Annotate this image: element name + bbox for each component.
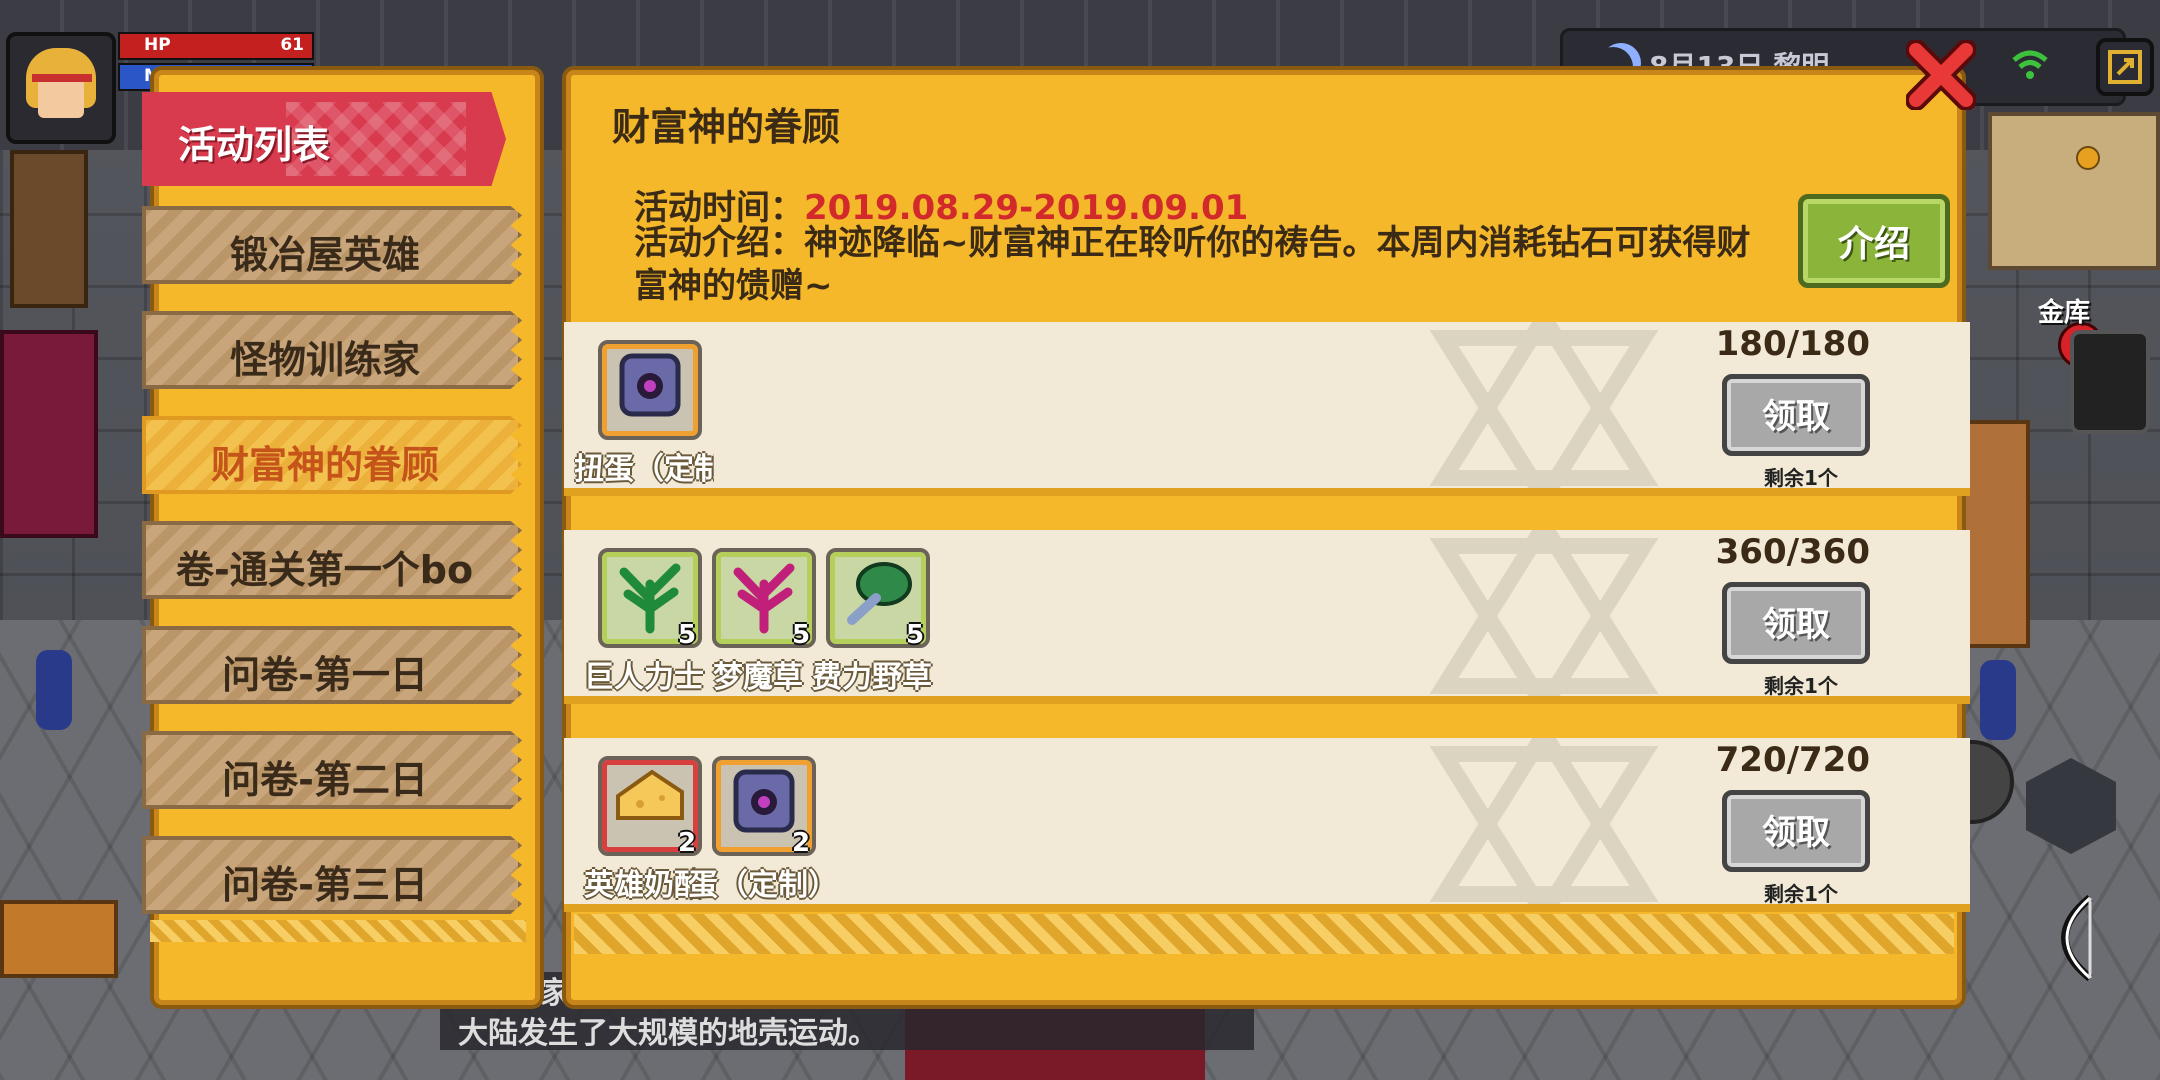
event-desc-label: 活动介绍： <box>634 223 804 263</box>
panel-bottom-trim <box>574 914 1954 954</box>
remaining-count: 剩余1个 <box>1764 466 1838 490</box>
reward-item[interactable]: 2 蛋（定制） <box>688 748 828 903</box>
intro-button-label: 介绍 <box>1837 224 1910 265</box>
hp-bar: HP 61 <box>118 32 314 60</box>
leafy-weed-icon <box>847 562 912 625</box>
reward-list: 扭蛋（定制 180/180 领取 剩余1个 5 巨人力士 5 梦魔草 5 费力野… <box>564 322 1970 946</box>
star-watermark-icon <box>1429 530 1659 696</box>
list-scroll-edge <box>150 920 526 942</box>
custom-egg-icon <box>619 353 681 417</box>
avatar-face <box>38 78 84 118</box>
event-description: 活动介绍：神迹降临~财富神正在聆听你的祷告。本周内消耗钻石可获得财富神的馈赠~ <box>634 222 1764 308</box>
expand-icon <box>2108 50 2142 84</box>
tab-label: 怪物训练家 <box>229 338 420 382</box>
grandfather-clock <box>10 150 88 308</box>
reward-row: 2 英雄奶酪 2 蛋（定制） 720/720 领取 剩余1个 <box>564 738 1970 912</box>
event-title: 财富神的眷顾 <box>612 105 841 149</box>
bed-right <box>1962 420 2030 648</box>
reward-progress: 720/720 <box>1715 740 1870 780</box>
activity-list-header: 活动列表 <box>142 92 506 186</box>
reward-item[interactable]: 5 梦魔草 <box>700 540 820 695</box>
tab-forge-hero[interactable]: 锻冶屋英雄 <box>142 206 522 284</box>
star-watermark-icon <box>1429 322 1659 488</box>
tab-survey-day3[interactable]: 问卷-第三日 <box>142 836 522 914</box>
flower-vase-left <box>36 650 72 730</box>
remaining-count: 剩余1个 <box>1764 674 1838 698</box>
tab-label: 财富神的眷顾 <box>210 443 439 487</box>
claim-button[interactable]: 领取 <box>1722 374 1870 456</box>
reward-item[interactable]: 5 巨人力士 <box>584 540 706 695</box>
remaining-count: 剩余1个 <box>1764 882 1838 906</box>
reward-row: 5 巨人力士 5 梦魔草 5 费力野草 360/360 领取 剩余1个 <box>564 530 1970 704</box>
item-quantity: 5 <box>792 620 811 650</box>
item-name: 扭蛋（定制 <box>574 452 714 487</box>
item-quantity: 5 <box>906 620 925 650</box>
cheese-icon <box>616 769 684 820</box>
tab-label: 卷-通关第一个bo <box>176 548 474 592</box>
close-icon[interactable] <box>1906 40 1976 110</box>
claim-button[interactable]: 领取 <box>1722 582 1870 664</box>
bow-weapon-icon[interactable] <box>2020 888 2120 988</box>
tab-survey-day1[interactable]: 问卷-第一日 <box>142 626 522 704</box>
phone-device[interactable] <box>2070 330 2150 434</box>
tab-label: 问卷-第二日 <box>222 758 428 802</box>
tab-label: 问卷-第三日 <box>222 863 428 907</box>
red-bookshelf <box>0 330 98 538</box>
item-name: 蛋（定制） <box>688 868 828 903</box>
tab-label: 锻冶屋英雄 <box>229 233 420 277</box>
activity-tabs: 锻冶屋英雄 怪物训练家 财富神的眷顾 卷-通关第一个bo 问卷-第一日 问卷-第… <box>142 206 522 941</box>
item-quantity: 2 <box>792 828 811 858</box>
player-portrait[interactable] <box>6 32 116 144</box>
reward-progress: 180/180 <box>1715 324 1870 364</box>
item-quantity: 2 <box>678 828 697 858</box>
claim-button-label: 领取 <box>1762 397 1830 437</box>
claim-button-label: 领取 <box>1762 813 1830 853</box>
vault-label: 金库 <box>2038 298 2091 328</box>
tab-survey-day2[interactable]: 问卷-第二日 <box>142 731 522 809</box>
claim-button[interactable]: 领取 <box>1722 790 1870 872</box>
claim-button-label: 领取 <box>1762 605 1830 645</box>
star-watermark-icon <box>1429 738 1659 904</box>
reward-item[interactable]: 2 英雄奶酪 <box>584 748 706 903</box>
reward-item[interactable]: 5 费力野草 <box>812 540 934 695</box>
reward-row: 扭蛋（定制 180/180 领取 剩余1个 <box>564 322 1970 496</box>
custom-egg-icon <box>733 769 795 833</box>
minimap[interactable] <box>1988 112 2160 270</box>
tab-label: 问卷-第一日 <box>222 653 428 697</box>
reward-progress: 360/360 <box>1715 532 1870 572</box>
hp-value: 61 <box>280 35 304 55</box>
avatar-headband <box>32 74 92 82</box>
player-marker-icon <box>2076 146 2100 170</box>
item-name: 费力野草 <box>812 660 932 695</box>
flower-vase-right <box>1980 660 2016 740</box>
tab-wealth-god[interactable]: 财富神的眷顾 <box>142 416 522 494</box>
map-toggle-button[interactable] <box>2096 38 2154 96</box>
item-quantity: 5 <box>678 620 697 650</box>
hp-label: HP <box>144 35 171 55</box>
activity-list-title: 活动列表 <box>178 123 331 167</box>
cabinet-left <box>0 900 118 978</box>
wifi-icon <box>2012 50 2048 79</box>
tab-first-boss[interactable]: 卷-通关第一个bo <box>142 521 522 599</box>
tab-monster-trainer[interactable]: 怪物训练家 <box>142 311 522 389</box>
reward-item[interactable]: 扭蛋（定制 <box>574 332 714 487</box>
intro-button[interactable]: 介绍 <box>1798 194 1950 288</box>
magenta-herb-icon <box>733 563 795 634</box>
story-line-2: 大陆发生了大规模的地壳运动。 <box>458 1016 878 1051</box>
green-herb-icon <box>619 563 681 634</box>
